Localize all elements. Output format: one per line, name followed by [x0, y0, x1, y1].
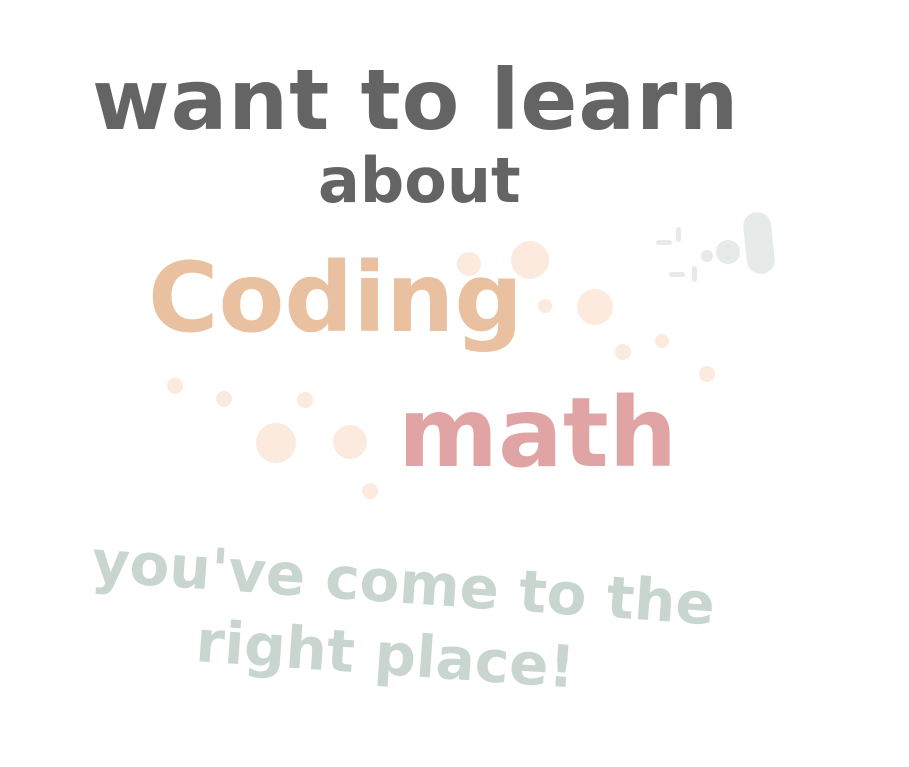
decor-dot	[362, 483, 378, 499]
decor-capsule	[743, 212, 775, 274]
decor-dot	[716, 240, 740, 264]
decor-dot	[701, 250, 713, 262]
decor-dash	[669, 272, 685, 277]
topic-coding: Coding	[148, 242, 524, 354]
decor-dash	[692, 266, 697, 282]
headline-line-1: want to learn	[92, 51, 740, 149]
decor-dot	[577, 289, 613, 325]
topic-math: math	[398, 377, 678, 489]
decor-dash	[676, 227, 681, 242]
headline-line-2: about	[318, 144, 521, 217]
decor-dash	[656, 240, 672, 245]
decor-dot	[699, 366, 715, 382]
decor-dot	[538, 299, 552, 313]
decor-dot	[167, 378, 183, 394]
decor-dot	[655, 334, 669, 348]
decor-dot	[297, 392, 313, 408]
decor-dot	[216, 391, 232, 407]
decor-dot	[615, 344, 631, 360]
decor-dot	[333, 425, 367, 459]
decor-dot	[256, 423, 296, 463]
